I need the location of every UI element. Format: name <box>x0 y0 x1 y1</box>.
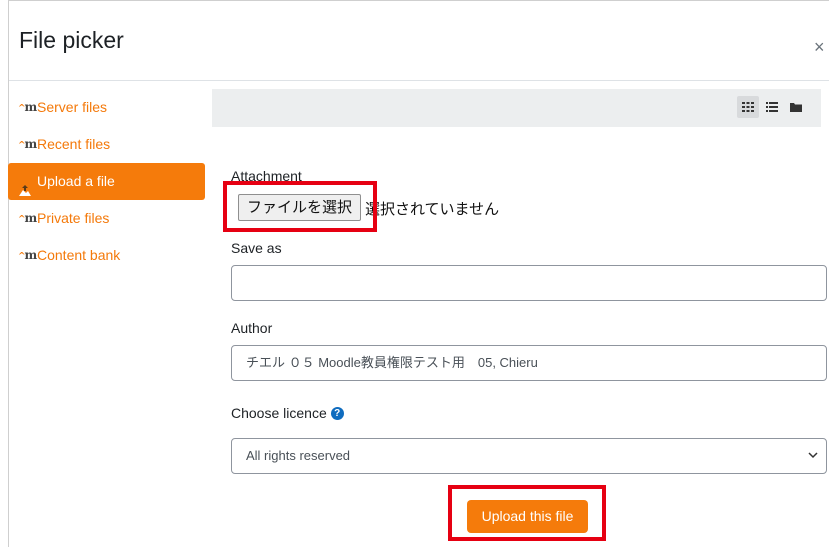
licence-label: Choose licence <box>231 405 327 421</box>
save-as-label: Save as <box>231 240 282 256</box>
save-as-field[interactable] <box>231 265 827 301</box>
sidebar-item-content-bank[interactable]: ^m Content bank <box>8 237 205 274</box>
author-field[interactable]: チエル ０５ Moodle教員権限テスト用 05, Chieru <box>231 345 827 381</box>
help-icon[interactable]: ? <box>330 406 344 420</box>
dialog-header: File picker × <box>9 1 829 81</box>
moodle-icon: ^m <box>18 247 37 262</box>
chevron-down-icon <box>808 439 818 473</box>
upload-icon <box>18 175 32 196</box>
sidebar-item-label: Upload a file <box>37 173 115 189</box>
folder-view-icon[interactable] <box>785 96 807 118</box>
sidebar-item-label: Content bank <box>37 247 121 263</box>
dialog-title: File picker <box>19 27 124 53</box>
list-view-icon[interactable] <box>761 96 783 118</box>
sidebar-item-label: Server files <box>37 99 108 115</box>
author-label: Author <box>231 320 273 336</box>
view-toolbar <box>212 89 821 127</box>
moodle-icon: ^m <box>18 210 37 225</box>
grid-view-icon[interactable] <box>737 96 759 118</box>
sidebar-item-label: Recent files <box>37 136 111 152</box>
file-status-text: 選択されていません <box>365 201 500 218</box>
sidebar-item-private-files[interactable]: ^m Private files <box>8 200 205 237</box>
licence-label-row: Choose licence? <box>231 405 344 421</box>
moodle-icon: ^m <box>18 99 37 114</box>
licence-select-value: All rights reserved <box>246 448 351 463</box>
sidebar-item-upload-a-file[interactable]: Upload a file <box>8 163 205 200</box>
close-icon[interactable]: × <box>814 37 825 57</box>
highlight-box-file-button <box>223 181 377 232</box>
licence-select[interactable]: All rights reserved <box>231 438 827 474</box>
sidebar-item-label: Private files <box>37 210 110 226</box>
moodle-icon: ^m <box>18 136 37 151</box>
highlight-box-upload-button <box>448 485 606 541</box>
sidebar-item-server-files[interactable]: ^m Server files <box>8 89 205 126</box>
sidebar-item-recent-files[interactable]: ^m Recent files <box>8 126 205 163</box>
